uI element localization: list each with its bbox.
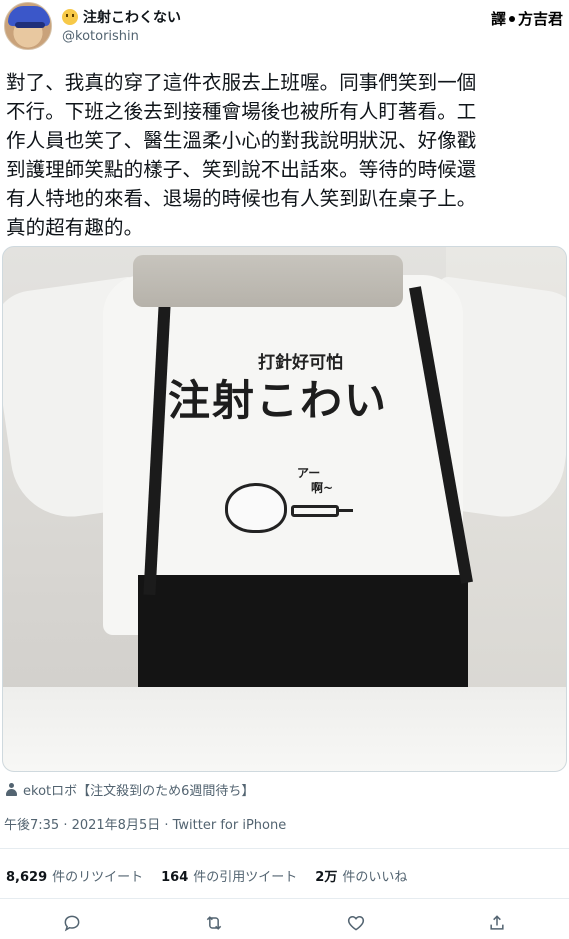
- tweet-stats: 8,629 件のリツイート 164 件の引用ツイート 2万 件のいいね: [6, 866, 407, 885]
- name-row: 注射こわくない: [62, 7, 181, 27]
- shirt-print-text: 注射こわい: [168, 376, 389, 425]
- avatar-cap-brim: [15, 22, 45, 28]
- credit-label: 譯: [490, 10, 506, 28]
- reply-button[interactable]: [61, 912, 83, 934]
- likes-count: 2万: [315, 870, 338, 885]
- tweet-line: 有人特地的來看、退場的時候也有人笑到趴在桌子上。: [6, 187, 477, 210]
- credit-name: 方吉君: [517, 10, 563, 28]
- retweets-count: 8,629: [6, 870, 48, 885]
- tweet-header: 注射こわくない @kotorishin 譯 方吉君: [0, 0, 569, 60]
- person-icon: [6, 783, 17, 796]
- quotes-stat[interactable]: 164 件の引用ツイート: [161, 866, 297, 885]
- tweet-photo[interactable]: 打針好可怕 注射こわい アー 啊~: [2, 246, 567, 772]
- chick-emoji-icon: [62, 9, 78, 25]
- tweet-meta: 午後7:35 · 2021年8月5日 · Twitter for iPhone: [4, 814, 286, 833]
- divider: [0, 848, 569, 849]
- likes-stat[interactable]: 2万 件のいいね: [315, 866, 407, 885]
- tweet-timestamp[interactable]: 午後7:35 · 2021年8月5日: [4, 818, 160, 833]
- user-handle[interactable]: @kotorishin: [62, 29, 139, 44]
- meta-separator: ·: [164, 818, 173, 833]
- share-button[interactable]: [486, 912, 508, 934]
- tweet-line: 對了、我真的穿了這件衣服去上班喔。同事們笑到一個: [6, 71, 477, 94]
- syringe-needle: [339, 509, 353, 512]
- likes-label: 件のいいね: [342, 870, 408, 885]
- tweet-line: 不行。下班之後去到接種會場後也被所有人盯著看。工: [6, 100, 477, 123]
- reply-icon: [64, 915, 80, 932]
- avatar[interactable]: [4, 2, 52, 50]
- blob-character-illustration: [225, 483, 287, 533]
- tweet-actions: [0, 908, 569, 938]
- display-name[interactable]: 注射こわくない: [83, 7, 181, 27]
- credit-separator: [508, 15, 515, 22]
- tagged-user[interactable]: ekotロボ【注文殺到のため6週間待ち】: [6, 780, 254, 799]
- retweets-label: 件のリツイート: [52, 870, 144, 885]
- translator-credit: 譯 方吉君: [491, 8, 563, 29]
- like-button[interactable]: [345, 912, 367, 934]
- share-icon: [490, 915, 504, 930]
- retweets-stat[interactable]: 8,629 件のリツイート: [6, 866, 143, 885]
- shirt-sound-translation: 啊~: [311, 481, 334, 495]
- tweet-line: 真的超有趣的。: [6, 216, 144, 239]
- tweet-line: 到護理師笑點的樣子、笑到說不出話來。等待的時候還: [6, 158, 477, 181]
- phone-in-hand: [133, 255, 403, 307]
- syringe-illustration: [291, 505, 339, 517]
- photo-table: [3, 687, 566, 771]
- tweet-source[interactable]: Twitter for iPhone: [173, 818, 287, 833]
- retweet-button[interactable]: [203, 912, 225, 934]
- tweet-text: 對了、我真的穿了這件衣服去上班喔。同事們笑到一個 不行。下班之後去到接種會場後也…: [6, 68, 562, 242]
- quotes-label: 件の引用ツイート: [193, 870, 298, 885]
- heart-icon: [347, 915, 365, 931]
- quotes-count: 164: [161, 870, 189, 885]
- retweet-icon: [206, 916, 222, 930]
- tagged-user-name: ekotロボ【注文殺到のため6週間待ち】: [23, 784, 255, 799]
- divider: [0, 898, 569, 899]
- tweet-line: 作人員也笑了、醫生溫柔小心的對我說明狀況、好像戳: [6, 129, 477, 152]
